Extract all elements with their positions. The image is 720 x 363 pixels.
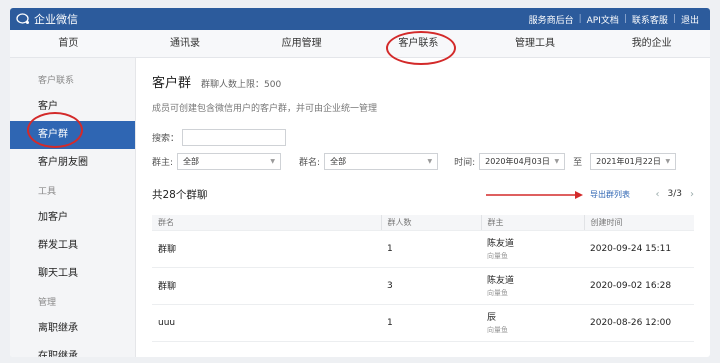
- api-docs-link[interactable]: API文档: [582, 13, 624, 26]
- cell-group-name: 群聊: [152, 230, 381, 268]
- export-group-list-link[interactable]: 导出群列表: [590, 189, 630, 200]
- provider-console-link[interactable]: 服务商后台: [524, 13, 579, 26]
- start-date-value: 2020年04月03日: [485, 157, 550, 166]
- date-range-separator: 至: [573, 158, 583, 168]
- owner-org: 向量鱼: [487, 326, 508, 334]
- wecom-logo-icon: [16, 13, 29, 24]
- tab-app-management[interactable]: 应用管理: [243, 30, 360, 58]
- chevron-down-icon: ▼: [665, 158, 671, 165]
- sidebar-item-mass-message[interactable]: 群发工具: [10, 232, 135, 260]
- next-page-icon[interactable]: ›: [690, 189, 694, 200]
- start-date-picker[interactable]: 2020年04月03日 ▼: [479, 153, 566, 170]
- prev-page-icon[interactable]: ‹: [656, 189, 660, 200]
- page-description: 成员可创建包含微信用户的客户群，并可由企业统一管理: [152, 104, 378, 114]
- end-date-value: 2021年01月22日: [596, 157, 661, 166]
- main-content: 客户群 群聊人数上限：500 成员可创建包含微信用户的客户群，并可由企业统一管理…: [136, 58, 710, 357]
- group-limit-note: 群聊人数上限：500: [201, 80, 282, 90]
- sidebar-item-resigned-transfer[interactable]: 离职继承: [10, 315, 135, 343]
- time-filter-label: 时间:: [454, 158, 476, 168]
- sidebar-group-title: 客户联系: [38, 76, 75, 86]
- tab-management-tools[interactable]: 管理工具: [477, 30, 594, 58]
- tab-home[interactable]: 首页: [10, 30, 127, 58]
- tab-my-enterprise[interactable]: 我的企业: [593, 30, 710, 58]
- app-window: 企业微信 服务商后台 | API文档 | 联系客服 | 退出 首页 通讯录 应用…: [10, 8, 710, 357]
- cell-member-count: 1: [381, 304, 481, 342]
- column-header-owner: 群主: [480, 215, 584, 231]
- annotation-arrow-icon: [486, 191, 583, 199]
- pagination: ‹ 3/3 ›: [656, 189, 694, 200]
- cell-created-time: 2020-08-26 12:00: [584, 304, 694, 342]
- group-name-filter-label: 群名:: [299, 158, 321, 168]
- contact-support-link[interactable]: 联系客服: [627, 13, 673, 26]
- group-name-select[interactable]: 全部 ▼: [324, 153, 439, 170]
- owner-org: 向量鱼: [487, 289, 508, 297]
- owner-filter-label: 群主:: [152, 158, 174, 168]
- sidebar: 客户联系 客户 客户群 客户朋友圈 工具 加客户 群发工具 聊天工具 管理 离职…: [10, 58, 136, 357]
- search-input[interactable]: [182, 129, 287, 146]
- cell-created-time: 2020-09-02 16:28: [584, 267, 694, 305]
- column-header-created: 创建时间: [583, 215, 694, 231]
- sidebar-item-customers[interactable]: 客户: [10, 93, 135, 121]
- sidebar-group-title: 工具: [38, 187, 57, 197]
- owner-name: 辰: [487, 313, 497, 323]
- owner-name: 陈友道: [487, 239, 515, 249]
- table-row[interactable]: 群聊 3 陈友道 向量鱼 2020-09-02 16:28: [152, 267, 694, 305]
- brand-name: 企业微信: [34, 13, 78, 26]
- cell-owner: 陈友道 向量鱼: [481, 230, 584, 268]
- top-bar: 企业微信 服务商后台 | API文档 | 联系客服 | 退出: [10, 8, 710, 30]
- cell-member-count: 1: [381, 230, 481, 268]
- cell-member-count: 3: [381, 267, 481, 305]
- owner-name: 陈友道: [487, 276, 515, 286]
- owner-org: 向量鱼: [487, 252, 508, 260]
- table-row[interactable]: 群聊 1 陈友道 向量鱼 2020-09-24 15:11: [152, 230, 694, 268]
- logout-link[interactable]: 退出: [676, 13, 704, 26]
- tab-contacts[interactable]: 通讯录: [127, 30, 244, 58]
- group-table: 群名 群人数 群主 创建时间 群聊 1 陈友道 向量鱼 2020-09-24 1…: [152, 215, 694, 342]
- column-header-name: 群名: [152, 215, 381, 231]
- page-indicator: 3/3: [667, 189, 682, 199]
- owner-select-value: 全部: [183, 157, 200, 166]
- chevron-down-icon: ▼: [270, 158, 276, 165]
- sidebar-item-onjob-transfer[interactable]: 在职继承: [10, 343, 135, 357]
- sidebar-item-add-customer[interactable]: 加客户: [10, 204, 135, 232]
- table-row[interactable]: uuu 1 辰 向量鱼 2020-08-26 12:00: [152, 304, 694, 342]
- brand[interactable]: 企业微信: [16, 11, 78, 27]
- sidebar-item-moments[interactable]: 客户朋友圈: [10, 149, 135, 177]
- chevron-down-icon: ▼: [554, 158, 560, 165]
- group-name-select-value: 全部: [330, 157, 347, 166]
- cell-group-name: 群聊: [152, 267, 381, 305]
- main-nav: 首页 通讯录 应用管理 客户联系 管理工具 我的企业: [10, 30, 710, 58]
- tab-customer-contact[interactable]: 客户联系: [360, 30, 477, 58]
- search-label: 搜索：: [152, 134, 180, 144]
- chevron-down-icon: ▼: [427, 158, 433, 165]
- cell-owner: 辰 向量鱼: [481, 304, 584, 342]
- cell-group-name: uuu: [152, 304, 381, 342]
- cell-owner: 陈友道 向量鱼: [481, 267, 584, 305]
- sidebar-group-title: 管理: [38, 298, 57, 308]
- page-title: 客户群: [152, 76, 192, 91]
- cell-created-time: 2020-09-24 15:11: [584, 230, 694, 268]
- sidebar-item-chat-tools[interactable]: 聊天工具: [10, 260, 135, 288]
- column-header-members: 群人数: [380, 215, 481, 231]
- sidebar-item-customer-groups[interactable]: 客户群: [10, 121, 135, 149]
- owner-select[interactable]: 全部 ▼: [177, 153, 282, 170]
- top-links: 服务商后台 | API文档 | 联系客服 | 退出: [524, 13, 704, 26]
- group-count: 共28个群聊: [152, 188, 208, 201]
- end-date-picker[interactable]: 2021年01月22日 ▼: [590, 153, 677, 170]
